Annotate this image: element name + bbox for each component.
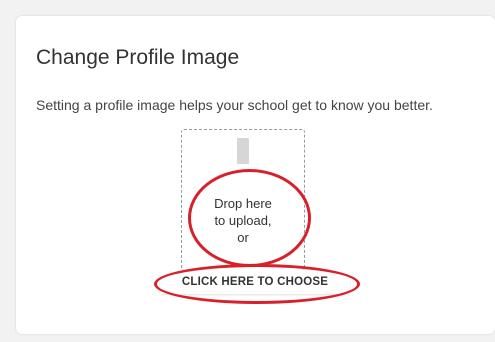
image-placeholder-icon <box>237 138 249 164</box>
dropzone-text: Drop here to upload, or <box>182 195 304 246</box>
image-dropzone[interactable]: Drop here to upload, or <box>181 129 305 271</box>
dropzone-text-line1: Drop here <box>214 196 272 211</box>
card-description: Setting a profile image helps your schoo… <box>36 97 433 113</box>
dropzone-text-line3: or <box>237 230 249 245</box>
dropzone-text-line2: to upload, <box>214 213 272 228</box>
card-title: Change Profile Image <box>36 46 240 69</box>
choose-file-button[interactable]: CLICK HERE TO CHOOSE <box>160 270 350 294</box>
